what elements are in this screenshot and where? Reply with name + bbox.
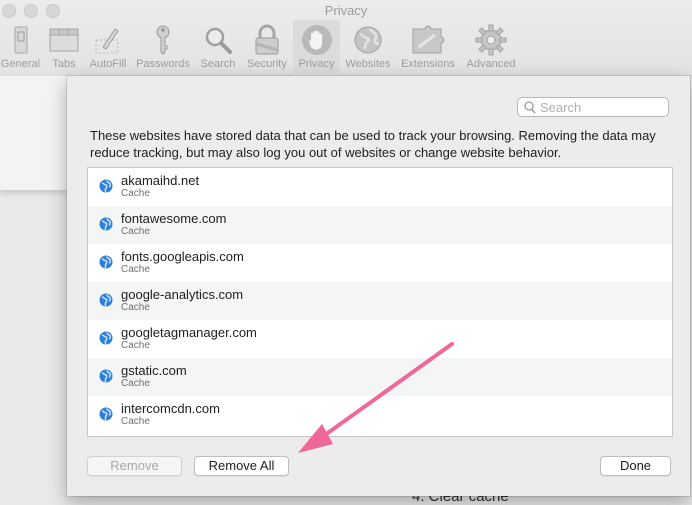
tabs-icon: [47, 24, 81, 56]
globe-icon: [99, 369, 113, 388]
toolbar-item-label: Extensions: [401, 58, 455, 70]
background-pane: [0, 76, 70, 190]
toolbar-item-general[interactable]: General: [0, 20, 41, 74]
remove-all-button[interactable]: Remove All: [194, 456, 289, 476]
toolbar-item-label: Advanced: [466, 58, 516, 70]
toolbar-item-label: Security: [247, 58, 287, 70]
toolbar-item-search[interactable]: Search: [197, 20, 239, 74]
website-data-type: Cache: [121, 416, 150, 427]
search-input[interactable]: [540, 99, 664, 115]
website-data-type: Cache: [121, 226, 150, 237]
globe-icon: [99, 255, 113, 274]
description-text: These websites have stored data that can…: [90, 128, 656, 160]
hand-icon: [300, 24, 334, 56]
globe-icon: [99, 179, 113, 198]
list-item[interactable]: akamaihd.net Cache: [88, 168, 672, 206]
list-item[interactable]: googletagmanager.com Cache: [88, 320, 672, 358]
window-title: Privacy: [324, 3, 368, 18]
toolbar-item-tabs[interactable]: Tabs: [43, 20, 85, 74]
website-domain: fonts.googleapis.com: [121, 249, 244, 264]
preferences-toolbar: Privacy General Tabs AutoFill Passwords: [0, 0, 692, 77]
toolbar-item-label: Privacy: [298, 58, 335, 70]
website-domain: google-analytics.com: [121, 287, 244, 302]
globe-icon: [351, 24, 385, 56]
toolbar-item-privacy[interactable]: Privacy: [293, 20, 340, 74]
list-item[interactable]: gstatic.com Cache: [88, 358, 672, 396]
toolbar-item-label: Tabs: [52, 58, 76, 70]
done-button[interactable]: Done: [600, 456, 671, 476]
toolbar-item-label: General: [0, 58, 41, 70]
globe-icon: [99, 293, 113, 312]
website-data-type: Cache: [121, 302, 150, 313]
website-data-type: Cache: [121, 340, 150, 351]
website-data-type: Cache: [121, 264, 150, 275]
search-icon: [524, 101, 536, 119]
toolbar-item-passwords[interactable]: Passwords: [132, 20, 194, 74]
toolbar-item-label: AutoFill: [89, 58, 127, 70]
website-domain: googletagmanager.com: [121, 325, 257, 340]
website-data-type: Cache: [121, 188, 150, 199]
remove-button[interactable]: Remove: [87, 456, 182, 476]
website-domain: fontawesome.com: [121, 211, 227, 226]
puzzle-icon: [411, 24, 445, 56]
lock-icon: [250, 24, 284, 56]
key-icon: [146, 24, 180, 56]
list-item[interactable]: intercomcdn.com Cache: [88, 396, 672, 434]
website-domain: gstatic.com: [121, 363, 187, 378]
toolbar-item-security[interactable]: Security: [243, 20, 291, 74]
toolbar-item-advanced[interactable]: Advanced: [463, 20, 519, 74]
globe-icon: [99, 331, 113, 350]
globe-icon: [99, 217, 113, 236]
manage-website-data-sheet: These websites have stored data that can…: [67, 76, 690, 496]
website-domain: intercomcdn.com: [121, 401, 220, 416]
toolbar-item-label: Search: [200, 58, 236, 70]
magnifier-icon: [201, 24, 235, 56]
list-item[interactable]: fontawesome.com Cache: [88, 206, 672, 244]
toolbar-item-label: Passwords: [136, 58, 190, 70]
general-icon: [4, 24, 38, 56]
toolbar-item-websites[interactable]: Websites: [343, 20, 393, 74]
gear-icon: [474, 24, 508, 56]
list-item[interactable]: google-analytics.com Cache: [88, 282, 672, 320]
search-field[interactable]: [517, 97, 669, 117]
toolbar-item-label: Websites: [345, 58, 391, 70]
toolbar-item-extensions[interactable]: Extensions: [398, 20, 458, 74]
pencil-icon: [91, 24, 125, 56]
website-data-type: Cache: [121, 378, 150, 389]
website-data-list[interactable]: akamaihd.net Cache fontawesome.com Cache…: [87, 167, 673, 437]
website-domain: akamaihd.net: [121, 173, 200, 188]
list-item[interactable]: fonts.googleapis.com Cache: [88, 244, 672, 282]
globe-icon: [99, 407, 113, 426]
toolbar-item-autofill[interactable]: AutoFill: [86, 20, 130, 74]
